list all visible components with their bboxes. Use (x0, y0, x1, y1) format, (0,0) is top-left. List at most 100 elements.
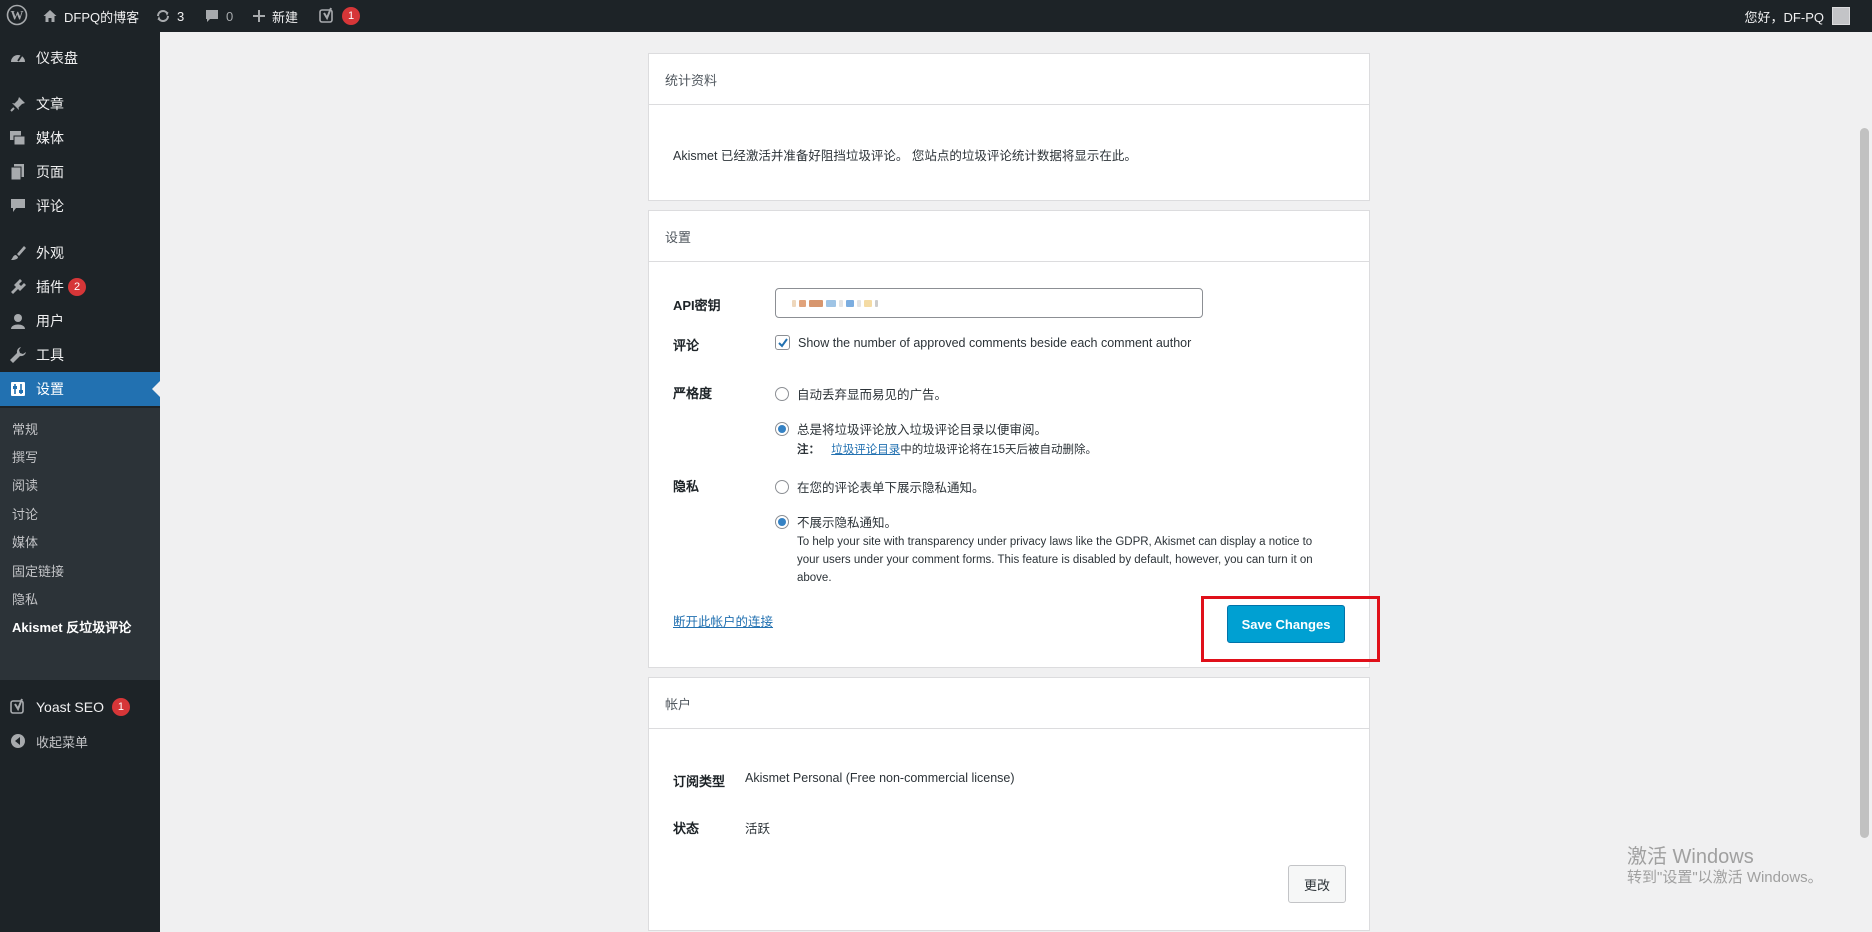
menu-label: 仪表盘 (36, 50, 78, 66)
spam-folder-link[interactable]: 垃圾评论目录 (831, 444, 900, 456)
privacy-option-hide[interactable]: 不展示隐私通知。 (775, 512, 897, 531)
page-icon (0, 163, 36, 181)
submenu-media[interactable]: 媒体 (12, 531, 38, 551)
updates-count: 3 (177, 8, 185, 24)
stats-panel: 统计资料 Akismet 已经激活并准备好阻挡垃圾评论。 您站点的垃圾评论统计数… (648, 53, 1370, 201)
user-icon (0, 312, 36, 330)
comments-label: 评论 (673, 338, 700, 353)
wordpress-logo-icon: W (6, 4, 28, 29)
menu-item-appearance[interactable]: 外观 (0, 236, 160, 270)
site-name-link[interactable]: DFPQ的博客 (42, 0, 139, 32)
api-key-label: API密钥 (673, 298, 721, 313)
show-approved-comments-checkbox[interactable] (775, 335, 790, 350)
strictness-note: 注： 垃圾评论目录中的垃圾评论将在15天后被自动删除。 (797, 441, 1097, 459)
menu-label: 文章 (36, 96, 64, 112)
collapse-icon (0, 733, 36, 749)
privacy-radio-show[interactable] (775, 479, 789, 494)
plugin-icon (0, 278, 36, 296)
privacy-help-text: To help your site with transparency unde… (797, 533, 1337, 587)
menu-label: 媒体 (36, 130, 64, 146)
submenu-discussion[interactable]: 讨论 (12, 503, 38, 523)
collapse-menu-button[interactable]: 收起菜单 (0, 724, 160, 758)
menu-label: Yoast SEO (36, 699, 104, 715)
home-icon (42, 8, 58, 24)
show-approved-comments-option[interactable]: Show the number of approved comments bes… (775, 335, 1191, 350)
privacy-radio-hide[interactable] (775, 514, 789, 529)
yoast-notification-badge: 1 (342, 7, 360, 25)
wrench-icon (0, 346, 36, 364)
privacy-help-line: above. (797, 572, 832, 584)
menu-item-comments[interactable]: 评论 (0, 189, 160, 223)
menu-label: 设置 (36, 381, 64, 397)
status-label: 状态 (673, 821, 700, 836)
avatar (1832, 7, 1850, 25)
brush-icon (0, 244, 36, 262)
privacy-option-text: 不展示隐私通知。 (797, 516, 898, 530)
submenu-writing[interactable]: 撰写 (12, 446, 38, 466)
admin-bar: W DFPQ的博客 3 0 新建 1 您好，DF-PQ (0, 0, 1872, 32)
windows-activation-subtitle: 转到"设置"以激活 Windows。 (1627, 869, 1823, 886)
subscription-label: 订阅类型 (673, 774, 726, 789)
privacy-option-text: 在您的评论表单下展示隐私通知。 (797, 481, 985, 495)
dashboard-icon (0, 49, 36, 67)
new-label: 新建 (272, 9, 299, 25)
account-panel-title: 帐户 (649, 678, 1369, 729)
submenu-permalinks[interactable]: 固定链接 (12, 560, 64, 580)
menu-item-settings[interactable]: 设置 (0, 372, 160, 406)
subscription-value: Akismet Personal (Free non-commercial li… (745, 771, 1015, 785)
menu-item-tools[interactable]: 工具 (0, 338, 160, 372)
menu-item-posts[interactable]: 文章 (0, 87, 160, 121)
privacy-label: 隐私 (673, 479, 700, 494)
windows-activation-title: 激活 Windows (1627, 846, 1754, 868)
note-prefix: 注： (797, 444, 820, 456)
current-menu-arrow (152, 381, 160, 397)
api-key-input[interactable] (775, 288, 1203, 318)
comments-count: 0 (226, 8, 234, 24)
strictness-option-text: 总是将垃圾评论放入垃圾评论目录以便审阅。 (797, 423, 1048, 437)
strictness-option-discard[interactable]: 自动丢弃显而易见的广告。 (775, 384, 947, 403)
scrollbar-thumb[interactable] (1860, 128, 1869, 838)
updates-icon (155, 8, 171, 24)
yoast-adminbar-link[interactable]: 1 (318, 0, 360, 32)
admin-sidebar: 仪表盘 文章 媒体 页面 评论 外观 插件 2 用户 工具 设置 常规 撰写 阅… (0, 32, 160, 932)
yoast-badge: 1 (111, 698, 130, 716)
menu-label: 插件 (36, 279, 64, 295)
status-value: 活跃 (745, 822, 771, 836)
menu-label: 评论 (36, 198, 64, 214)
pin-icon (0, 95, 36, 113)
settings-panel-title: 设置 (649, 211, 1369, 262)
comments-link[interactable]: 0 (204, 0, 233, 32)
updates-link[interactable]: 3 (155, 0, 184, 32)
account-panel: 帐户 订阅类型 Akismet Personal (Free non-comme… (648, 677, 1370, 931)
my-account-link[interactable]: 您好，DF-PQ (1745, 0, 1850, 32)
disconnect-account-link[interactable]: 断开此帐户的连接 (673, 611, 773, 630)
menu-item-plugins[interactable]: 插件 2 (0, 270, 160, 304)
submenu-privacy[interactable]: 隐私 (12, 588, 38, 608)
menu-label: 收起菜单 (36, 734, 89, 750)
strictness-radio-discard[interactable] (775, 386, 789, 401)
new-content-link[interactable]: 新建 (252, 0, 298, 32)
menu-label: 外观 (36, 245, 64, 261)
menu-item-dashboard[interactable]: 仪表盘 (0, 41, 160, 75)
menu-item-yoast-seo[interactable]: Yoast SEO 1 (0, 690, 160, 724)
yoast-icon (0, 698, 36, 716)
checkmark-icon (777, 337, 788, 348)
comment-icon (0, 197, 36, 215)
highlight-annotation-box (1201, 596, 1380, 662)
submenu-general[interactable]: 常规 (12, 418, 38, 438)
privacy-option-show[interactable]: 在您的评论表单下展示隐私通知。 (775, 477, 985, 496)
plus-icon (252, 9, 266, 23)
menu-item-pages[interactable]: 页面 (0, 155, 160, 189)
plugins-update-badge: 2 (68, 278, 86, 296)
change-plan-button[interactable]: 更改 (1288, 865, 1346, 903)
menu-label: 用户 (36, 313, 64, 329)
strictness-radio-review[interactable] (775, 421, 789, 436)
submenu-reading[interactable]: 阅读 (12, 474, 38, 494)
menu-item-media[interactable]: 媒体 (0, 121, 160, 155)
menu-item-users[interactable]: 用户 (0, 304, 160, 338)
show-approved-comments-text: Show the number of approved comments bes… (798, 335, 1192, 350)
wordpress-logo-button[interactable]: W (6, 0, 28, 32)
submenu-akismet[interactable]: Akismet 反垃圾评论 (12, 616, 131, 636)
menu-label: 页面 (36, 164, 64, 180)
strictness-option-review[interactable]: 总是将垃圾评论放入垃圾评论目录以便审阅。 (775, 419, 1047, 438)
